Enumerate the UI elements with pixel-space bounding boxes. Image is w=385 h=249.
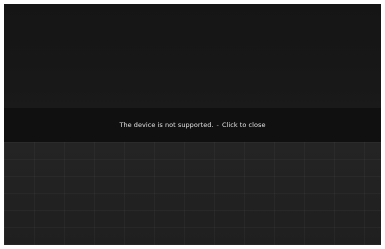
notification-message: The device is not supported. (119, 121, 214, 129)
notification-separator: - (216, 121, 219, 129)
click-to-close-link[interactable]: Click to close (222, 121, 266, 129)
bottom-grid-area (4, 142, 381, 245)
device-not-supported-banner[interactable]: The device is not supported. - Click to … (4, 108, 381, 142)
top-panel-area (4, 4, 381, 108)
app-window: The device is not supported. - Click to … (4, 4, 381, 245)
